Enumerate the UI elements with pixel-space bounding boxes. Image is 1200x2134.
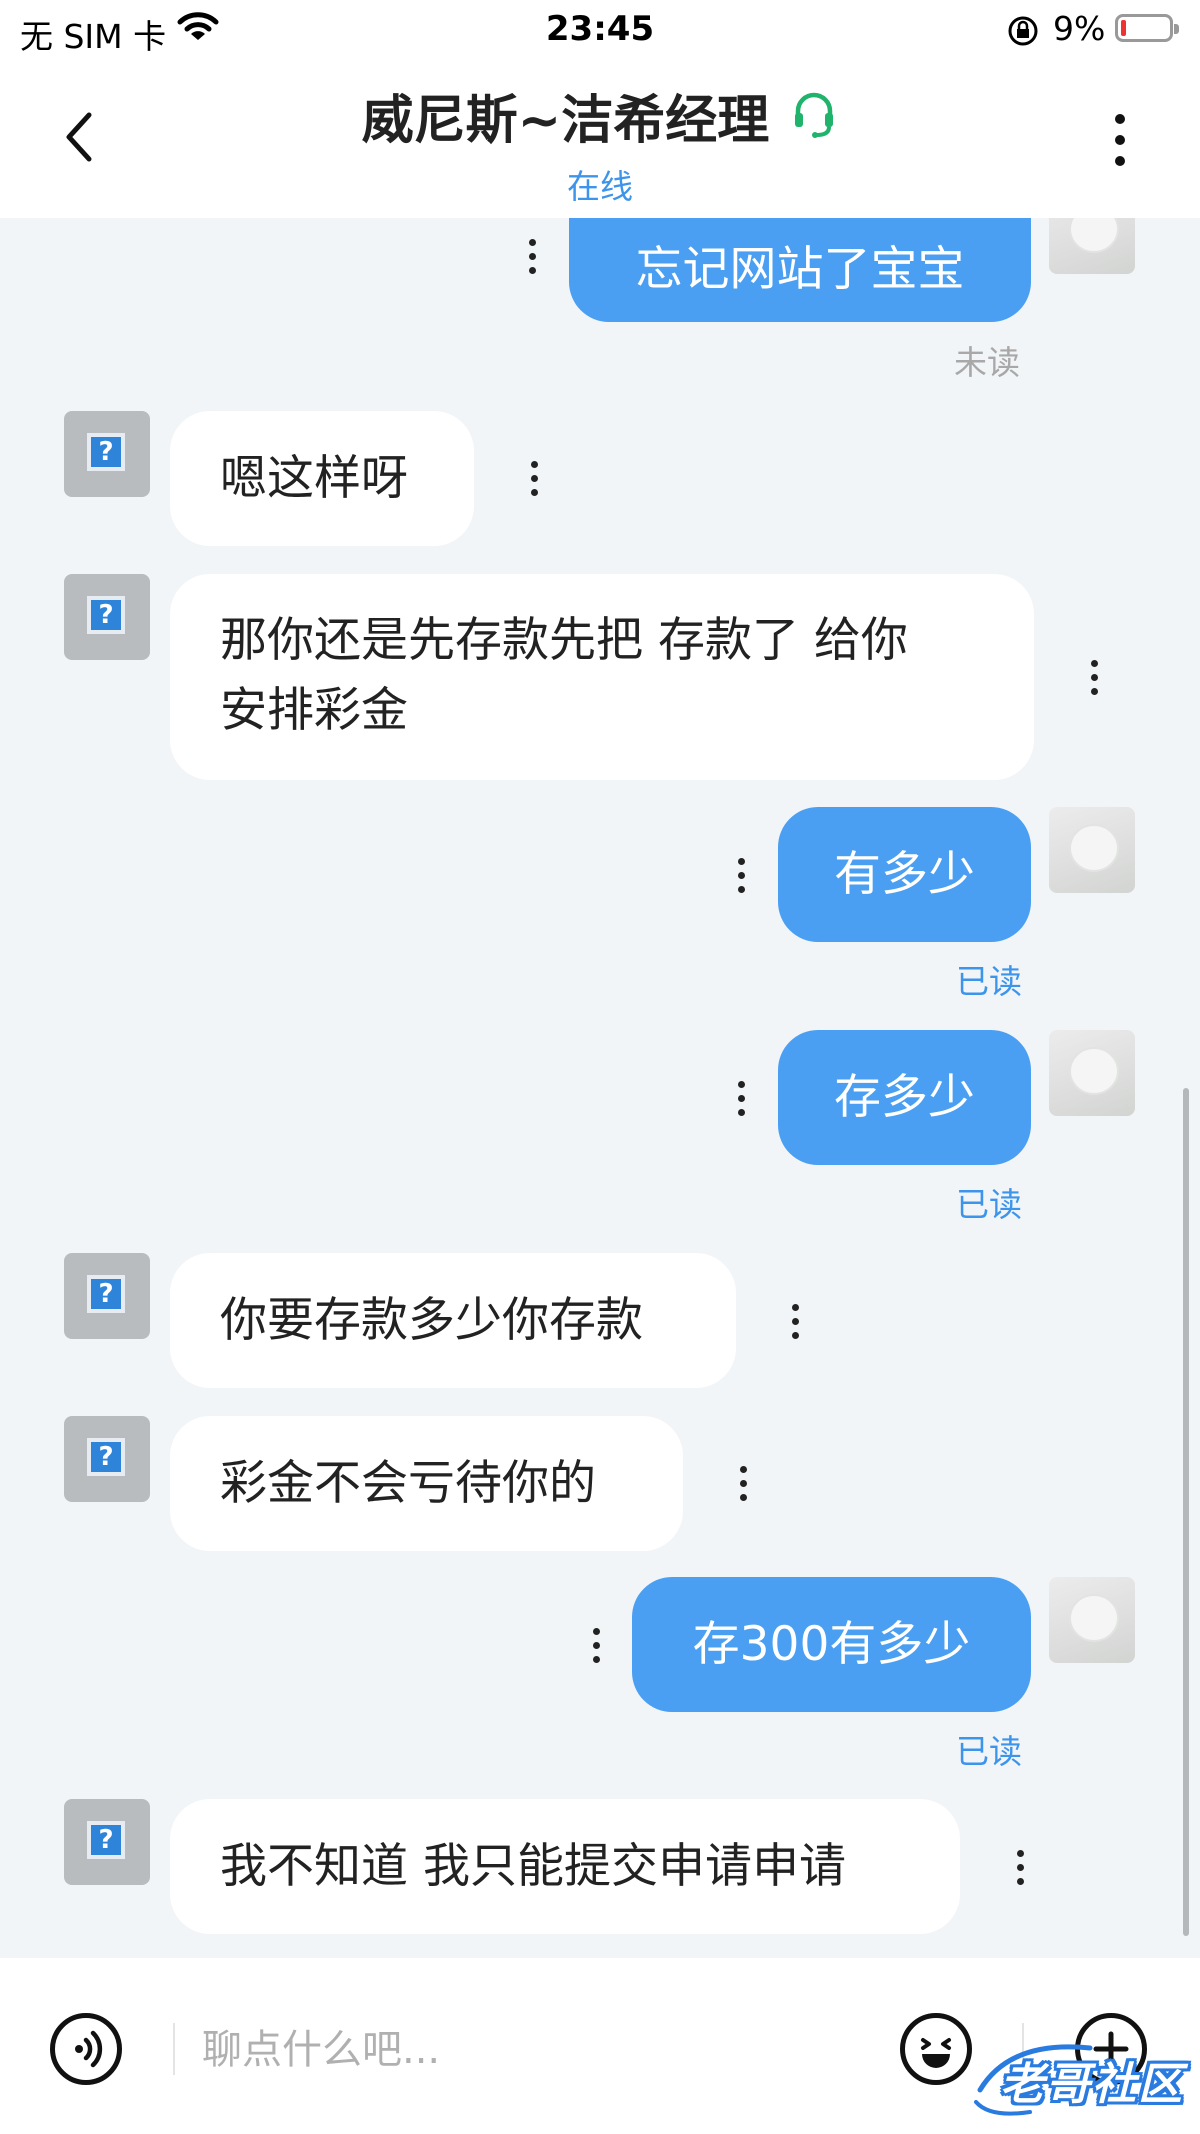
avatar[interactable]: ? — [64, 411, 150, 497]
page-title: 威尼斯~洁希经理 — [361, 91, 770, 151]
message-bubble[interactable]: 彩金不会亏待你的 — [170, 1416, 683, 1551]
status-bar: 无 SIM 卡 23:45 9% — [0, 0, 1200, 60]
message-bubble[interactable]: 有多少 — [778, 807, 1031, 942]
message-bubble[interactable]: 忘记网站了宝宝 — [569, 218, 1031, 322]
divider — [173, 2023, 175, 2075]
avatar[interactable]: ? — [64, 1416, 150, 1502]
scrollbar[interactable] — [1183, 1088, 1189, 1936]
message-more-icon[interactable] — [524, 231, 540, 281]
read-receipt: 已读 — [956, 1732, 1022, 1771]
avatar[interactable] — [1049, 1577, 1135, 1663]
message-more-icon[interactable] — [735, 1458, 751, 1508]
online-status: 在线 — [567, 167, 633, 206]
message-list[interactable]: 忘记网站了宝宝 未读 ? 嗯这样呀 ? 那你还是先存款先把 存款了 给你 安排彩… — [0, 218, 1200, 1958]
chat-header: 威尼斯~洁希经理 在线 — [0, 60, 1200, 218]
message-more-icon[interactable] — [733, 1073, 749, 1123]
avatar[interactable] — [1049, 1030, 1135, 1116]
message-bubble[interactable]: 我不知道 我只能提交申请申请 — [170, 1799, 960, 1934]
message-more-icon[interactable] — [526, 453, 542, 503]
emoji-icon[interactable] — [900, 2013, 972, 2085]
message-bubble[interactable]: 存300有多少 — [632, 1577, 1031, 1712]
avatar[interactable] — [1049, 218, 1135, 274]
avatar[interactable]: ? — [64, 1799, 150, 1885]
read-receipt: 已读 — [956, 1185, 1022, 1224]
message-bubble[interactable]: 你要存款多少你存款 — [170, 1253, 736, 1388]
message-line: 那你还是先存款先把 存款了 给你 — [220, 613, 908, 668]
message-more-icon[interactable] — [733, 850, 749, 900]
voice-icon[interactable] — [50, 2013, 122, 2085]
read-receipt: 未读 — [954, 343, 1020, 382]
message-text: 嗯这样呀 — [220, 450, 408, 506]
message-text: 我不知道 我只能提交申请申请 — [220, 1838, 846, 1894]
message-text: 彩金不会亏待你的 — [220, 1455, 596, 1511]
avatar[interactable]: ? — [64, 1253, 150, 1339]
message-text: 有多少 — [834, 846, 975, 902]
message-more-icon[interactable] — [1086, 652, 1102, 702]
message-text: 存多少 — [834, 1069, 975, 1125]
message-bubble[interactable]: 存多少 — [778, 1030, 1031, 1165]
battery-icon — [1115, 14, 1179, 42]
watermark-text: 老哥社区 — [1000, 2059, 1184, 2110]
message-bubble[interactable]: 嗯这样呀 — [170, 411, 474, 546]
avatar[interactable]: ? — [64, 574, 150, 660]
avatar[interactable] — [1049, 807, 1135, 893]
message-text: 你要存款多少你存款 — [220, 1292, 643, 1348]
message-input[interactable] — [200, 2008, 884, 2092]
message-more-icon[interactable] — [588, 1620, 604, 1670]
message-bubble[interactable]: 那你还是先存款先把 存款了 给你 安排彩金 — [170, 574, 1034, 780]
message-text: 忘记网站了宝宝 — [635, 242, 965, 297]
battery-percent: 9% — [1053, 9, 1106, 48]
orientation-lock-icon — [1006, 14, 1040, 52]
headset-icon — [790, 89, 838, 143]
more-icon[interactable] — [1100, 105, 1140, 175]
message-line: 安排彩金 — [220, 683, 408, 738]
read-receipt: 已读 — [956, 962, 1022, 1001]
message-more-icon[interactable] — [1012, 1842, 1028, 1892]
message-more-icon[interactable] — [787, 1296, 803, 1346]
message-text: 存300有多少 — [692, 1616, 971, 1672]
watermark-logo: 老哥社区 — [970, 2040, 1192, 2120]
